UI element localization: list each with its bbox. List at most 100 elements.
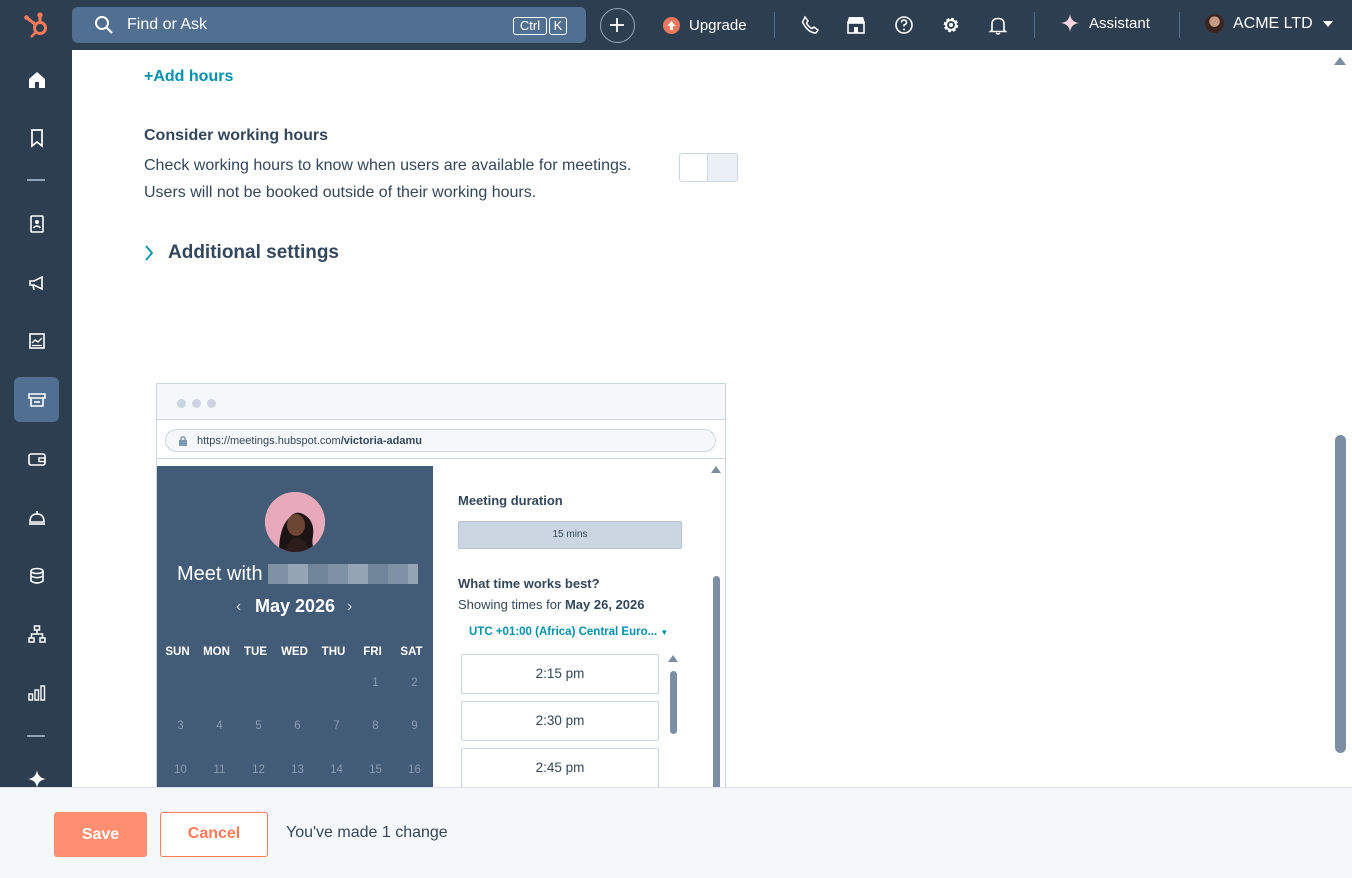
time-slot-button[interactable]: 2:30 pm bbox=[461, 701, 659, 741]
additional-settings-label: Additional settings bbox=[168, 242, 339, 263]
help-icon[interactable] bbox=[893, 14, 915, 36]
page-scrollbar[interactable] bbox=[1335, 435, 1346, 753]
sidebar-item-commerce[interactable] bbox=[14, 377, 59, 422]
calendar-day: 11 bbox=[213, 764, 226, 776]
left-sidebar bbox=[0, 50, 72, 878]
timezone-select[interactable]: UTC +01:00 (Africa) Central Euro... ▼ bbox=[469, 626, 668, 638]
upgrade-button[interactable]: Upgrade bbox=[663, 14, 747, 36]
chevron-right-icon bbox=[145, 245, 154, 261]
add-hours-link[interactable]: +Add hours bbox=[144, 68, 233, 86]
working-hours-toggle[interactable] bbox=[679, 153, 738, 182]
window-dot bbox=[177, 399, 186, 408]
sidebar-divider bbox=[27, 179, 45, 181]
preview-url-row: https://meetings.hubspot.com/victoria-ad… bbox=[157, 421, 725, 459]
redacted-host-name bbox=[268, 564, 418, 584]
calendar-day: 7 bbox=[333, 720, 340, 732]
home-icon bbox=[28, 71, 45, 88]
sidebar-item-payments[interactable] bbox=[14, 436, 59, 481]
contacts-book-icon bbox=[29, 214, 44, 233]
user-avatar bbox=[1205, 14, 1224, 33]
save-bar: Save Cancel You've made 1 change bbox=[0, 787, 1352, 878]
sidebar-item-content[interactable] bbox=[14, 318, 59, 363]
notifications-bell-icon[interactable] bbox=[987, 14, 1009, 36]
account-name: ACME LTD bbox=[1233, 14, 1313, 32]
search-bar[interactable]: Find or Ask Ctrl K bbox=[72, 7, 586, 43]
topbar-divider bbox=[774, 12, 775, 38]
consider-working-hours-title: Consider working hours bbox=[144, 127, 329, 144]
workflow-icon bbox=[27, 624, 46, 643]
slots-scrollbar[interactable] bbox=[670, 671, 677, 734]
duration-option[interactable]: 15 mins bbox=[458, 521, 682, 549]
account-menu[interactable]: ACME LTD bbox=[1205, 14, 1334, 33]
sparkle-icon bbox=[27, 769, 46, 788]
sidebar-item-contacts[interactable] bbox=[14, 201, 59, 246]
calendar-day: 8 bbox=[372, 720, 379, 732]
meet-with-label: Meet with bbox=[177, 563, 263, 585]
weekday-label: MON bbox=[203, 646, 230, 658]
content-icon bbox=[28, 332, 45, 349]
calendar-day: 15 bbox=[369, 764, 382, 776]
calendar-day: 6 bbox=[294, 720, 301, 732]
sidebar-item-data[interactable] bbox=[14, 553, 59, 598]
wallet-icon bbox=[27, 452, 46, 466]
create-new-button[interactable] bbox=[600, 8, 635, 43]
sidebar-item-automation[interactable] bbox=[14, 611, 59, 656]
storefront-icon bbox=[27, 392, 46, 407]
weekday-label: TUE bbox=[244, 646, 267, 658]
weekday-label: THU bbox=[321, 646, 346, 658]
weekday-label: WED bbox=[281, 646, 308, 658]
cancel-button[interactable]: Cancel bbox=[160, 812, 268, 857]
consider-working-hours-description: Users will not be booked outside of thei… bbox=[144, 184, 537, 201]
top-navigation-bar: Find or Ask Ctrl K Upgrade Assistant ACM… bbox=[0, 0, 1352, 50]
calendar-panel: Meet with ‹ May 2026 › SUN MON TUE WED T… bbox=[157, 466, 433, 787]
calendar-day: 3 bbox=[177, 720, 184, 732]
slots-scroll-up-icon[interactable] bbox=[668, 655, 678, 662]
shortcut-k-key: K bbox=[549, 17, 567, 35]
hubspot-logo-icon[interactable] bbox=[22, 10, 52, 40]
preview-scrollbar[interactable] bbox=[713, 576, 720, 787]
meeting-duration-title: Meeting duration bbox=[458, 493, 563, 508]
sidebar-item-marketing[interactable] bbox=[14, 260, 59, 305]
assistant-button[interactable]: Assistant bbox=[1061, 14, 1150, 32]
host-avatar bbox=[265, 492, 325, 552]
lock-icon bbox=[179, 436, 187, 446]
sidebar-item-home[interactable] bbox=[14, 57, 59, 102]
caret-down-icon: ▼ bbox=[660, 628, 669, 637]
preview-scroll-up-icon[interactable] bbox=[711, 466, 721, 473]
marketplace-icon[interactable] bbox=[845, 14, 867, 36]
calendar-day: 4 bbox=[216, 720, 223, 732]
calendar-day: 5 bbox=[255, 720, 262, 732]
settings-gear-icon[interactable] bbox=[940, 14, 962, 36]
sidebar-item-service[interactable] bbox=[14, 494, 59, 539]
sidebar-item-bookmarks[interactable] bbox=[14, 115, 59, 160]
save-button[interactable]: Save bbox=[54, 812, 147, 857]
service-bell-icon bbox=[28, 510, 45, 525]
topbar-divider bbox=[1034, 12, 1035, 38]
plus-icon bbox=[610, 18, 624, 32]
phone-icon[interactable] bbox=[799, 14, 821, 36]
calendar-day: 12 bbox=[252, 764, 265, 776]
toggle-knob bbox=[680, 154, 708, 181]
sidebar-item-reporting[interactable] bbox=[14, 670, 59, 715]
search-icon bbox=[95, 16, 113, 34]
time-selection-panel: Meeting duration 15 mins What time works… bbox=[433, 466, 725, 787]
upgrade-arrow-icon bbox=[663, 16, 680, 34]
time-slot-button[interactable]: 2:15 pm bbox=[461, 654, 659, 694]
page-scroll-up-icon[interactable] bbox=[1334, 57, 1346, 65]
consider-working-hours-description: Check working hours to know when users a… bbox=[144, 157, 632, 174]
bookmark-icon bbox=[30, 128, 43, 148]
additional-settings-toggle[interactable]: Additional settings bbox=[144, 242, 339, 264]
calendar-day: 16 bbox=[408, 764, 421, 776]
unsaved-changes-text: You've made 1 change bbox=[286, 824, 448, 841]
caret-down-icon bbox=[1322, 20, 1333, 27]
window-dot bbox=[207, 399, 216, 408]
next-month-icon[interactable]: › bbox=[347, 598, 352, 616]
calendar-day: 2 bbox=[411, 677, 418, 689]
window-dot bbox=[192, 399, 201, 408]
time-slot-button[interactable]: 2:45 pm bbox=[461, 748, 659, 787]
booking-page-preview: https://meetings.hubspot.com/victoria-ad… bbox=[156, 383, 726, 787]
weekday-label: FRI bbox=[363, 646, 382, 658]
preview-browser-chrome bbox=[157, 384, 725, 420]
preview-url-bar: https://meetings.hubspot.com/victoria-ad… bbox=[165, 429, 716, 452]
search-input[interactable]: Find or Ask bbox=[127, 16, 207, 34]
